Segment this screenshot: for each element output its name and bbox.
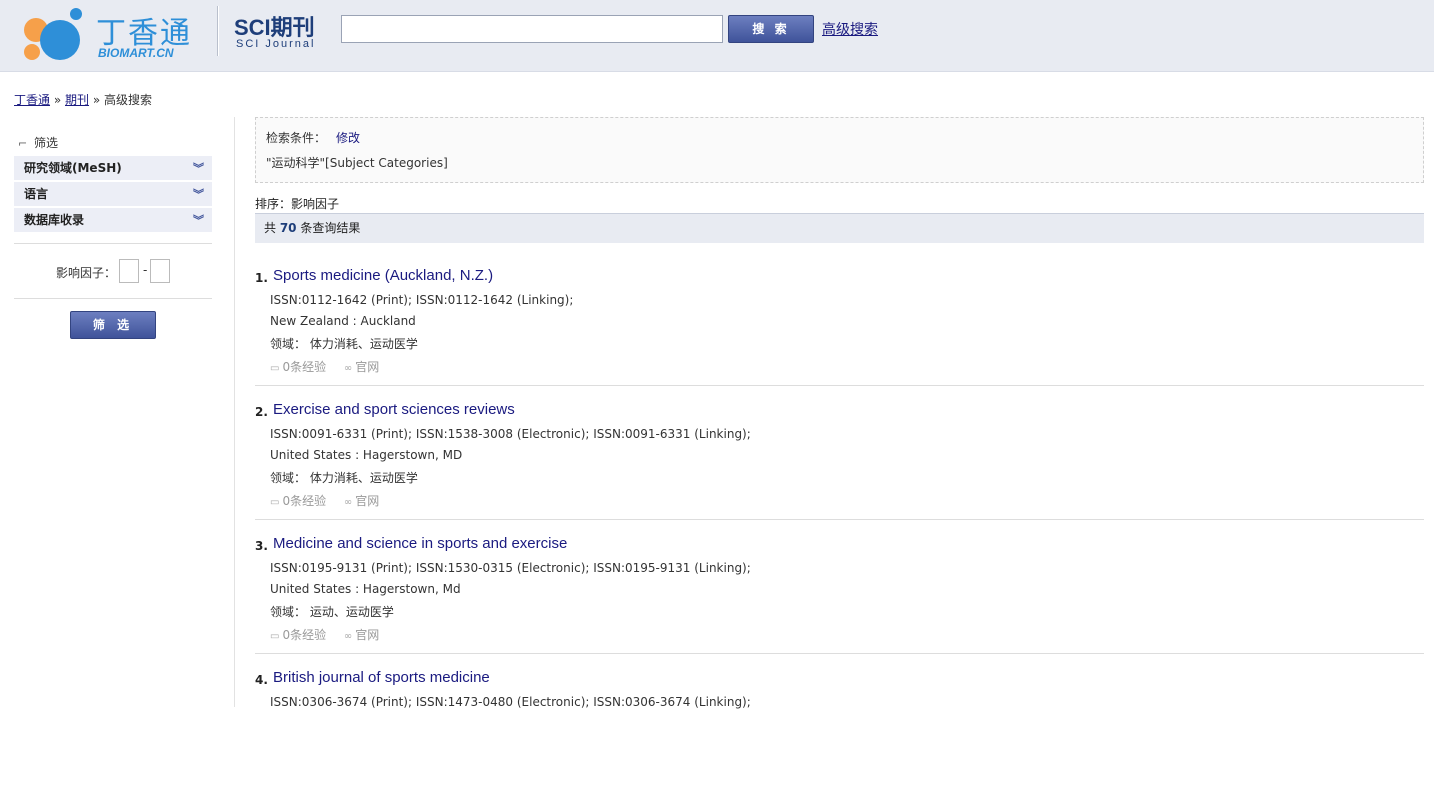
- search-input[interactable]: [341, 15, 723, 43]
- experience-link[interactable]: ▭ 0条经验: [270, 628, 326, 642]
- link-icon: ∞: [343, 497, 353, 508]
- count-prefix: 共: [264, 221, 280, 235]
- experience-count: 0条经验: [282, 360, 327, 374]
- issn-info: ISSN:0195-9131 (Print); ISSN:1530-0315 (…: [270, 561, 751, 575]
- filter-header: ⌐ 筛选: [14, 130, 212, 156]
- result-number: 3.: [255, 539, 268, 553]
- impact-factor-range: 影响因子： -: [14, 244, 212, 298]
- website-label: 官网: [355, 494, 380, 508]
- double-chevron-down-icon: ︾: [193, 162, 204, 175]
- experience-count: 0条经验: [282, 494, 327, 508]
- result-meta: ▭ 0条经验 ∞ 官网: [270, 358, 393, 375]
- edit-criteria-link[interactable]: 修改: [336, 129, 360, 146]
- breadcrumb: 丁香通 » 期刊 » 高级搜索: [14, 91, 152, 108]
- result-list: 1. Sports medicine (Auckland, N.Z.) ISSN…: [255, 252, 1424, 788]
- list-item: 3. Medicine and science in sports and ex…: [255, 520, 1424, 654]
- journal-location: New Zealand : Auckland: [270, 314, 416, 328]
- biomart-logo[interactable]: 丁香通 BIOMART.CN: [20, 6, 200, 66]
- comment-icon: ▭: [270, 363, 280, 374]
- website-link[interactable]: ∞ 官网: [344, 628, 379, 642]
- criteria-query: "运动科学"[Subject Categories]: [266, 156, 448, 170]
- breadcrumb-separator: »: [89, 93, 104, 107]
- breadcrumb-home[interactable]: 丁香通: [14, 93, 50, 107]
- list-item: 1. Sports medicine (Auckland, N.Z.) ISSN…: [255, 252, 1424, 386]
- result-number: 4.: [255, 673, 268, 687]
- impact-factor-max-input[interactable]: [150, 259, 170, 283]
- breadcrumb-separator: »: [50, 93, 65, 107]
- facet-database[interactable]: 数据库收录 ︾: [14, 208, 212, 233]
- logo-dot: [40, 20, 80, 60]
- sort-impact-factor[interactable]: 影响因子: [291, 197, 339, 211]
- journal-field: 领域： 运动、运动医学: [270, 605, 394, 619]
- website-link[interactable]: ∞ 官网: [344, 360, 379, 374]
- filter-sidebar: ⌐ 筛选 研究领域(MeSH) ︾ 语言 ︾ 数据库收录 ︾ 影响因子： - 筛 …: [14, 130, 212, 339]
- impact-factor-label: 影响因子：: [56, 266, 117, 280]
- journal-title-link[interactable]: Sports medicine (Auckland, N.Z.): [273, 267, 493, 284]
- result-count: 70: [279, 221, 297, 235]
- journal-title-link[interactable]: Medicine and science in sports and exerc…: [273, 535, 567, 552]
- experience-link[interactable]: ▭ 0条经验: [270, 360, 326, 374]
- breadcrumb-journals[interactable]: 期刊: [65, 93, 89, 107]
- result-meta: ▭ 0条经验 ∞ 官网: [270, 626, 393, 643]
- issn-info: ISSN:0112-1642 (Print); ISSN:0112-1642 (…: [270, 293, 574, 307]
- logo-text-en: BIOMART.CN: [98, 46, 174, 60]
- issn-info: ISSN:0306-3674 (Print); ISSN:1473-0480 (…: [270, 695, 751, 709]
- impact-factor-min-input[interactable]: [119, 259, 139, 283]
- comment-icon: ▭: [270, 631, 280, 642]
- facet-label: 研究领域(MeSH): [24, 161, 122, 175]
- website-link[interactable]: ∞ 官网: [344, 494, 379, 508]
- journal-title-link[interactable]: Exercise and sport sciences reviews: [273, 401, 515, 418]
- facet-label: 数据库收录: [24, 213, 85, 227]
- filter-icon: ⌐: [18, 137, 28, 150]
- sort-label: 排序：: [255, 197, 292, 211]
- header-divider: [217, 6, 219, 56]
- logo-dot: [24, 44, 40, 60]
- breadcrumb-current: 高级搜索: [104, 93, 153, 107]
- result-number: 1.: [255, 271, 268, 285]
- double-chevron-down-icon: ︾: [193, 188, 204, 201]
- experience-link[interactable]: ▭ 0条经验: [270, 494, 326, 508]
- journal-field: 领域： 体力消耗、运动医学: [270, 471, 418, 485]
- issn-info: ISSN:0091-6331 (Print); ISSN:1538-3008 (…: [270, 427, 751, 441]
- website-label: 官网: [355, 360, 380, 374]
- filter-button[interactable]: 筛 选: [70, 311, 156, 339]
- divider: [14, 298, 212, 299]
- header: 丁香通 BIOMART.CN SCI期刊 SCI Journal 搜 索 高级搜…: [0, 0, 1434, 72]
- range-dash: -: [143, 263, 148, 277]
- link-icon: ∞: [343, 363, 353, 374]
- result-meta: ▭ 0条经验 ∞ 官网: [270, 492, 393, 509]
- double-chevron-down-icon: ︾: [193, 214, 204, 227]
- criteria-label: 检索条件：: [266, 131, 327, 145]
- list-item: 4. British journal of sports medicine IS…: [255, 654, 1424, 788]
- website-label: 官网: [355, 628, 380, 642]
- facet-language[interactable]: 语言 ︾: [14, 182, 212, 207]
- result-number: 2.: [255, 405, 268, 419]
- comment-icon: ▭: [270, 497, 280, 508]
- list-item: 2. Exercise and sport sciences reviews I…: [255, 386, 1424, 520]
- journal-location: United States : Hagerstown, MD: [270, 448, 463, 462]
- search-criteria-box: 检索条件： 修改 "运动科学"[Subject Categories]: [255, 117, 1424, 183]
- link-icon: ∞: [343, 631, 353, 642]
- journal-field: 领域： 体力消耗、运动医学: [270, 337, 418, 351]
- logo-dot: [70, 8, 82, 20]
- count-suffix: 条查询结果: [296, 221, 361, 235]
- search-button[interactable]: 搜 索: [728, 15, 814, 43]
- filter-title: 筛选: [34, 136, 59, 150]
- section-subtitle: SCI Journal: [236, 38, 316, 50]
- experience-count: 0条经验: [282, 628, 327, 642]
- facet-label: 语言: [24, 187, 49, 201]
- journal-location: United States : Hagerstown, Md: [270, 582, 461, 596]
- column-divider: [234, 117, 235, 707]
- facet-mesh[interactable]: 研究领域(MeSH) ︾: [14, 156, 212, 181]
- advanced-search-link[interactable]: 高级搜索: [822, 19, 878, 39]
- result-count-bar: 共 70 条查询结果: [255, 213, 1424, 243]
- journal-title-link[interactable]: British journal of sports medicine: [273, 669, 490, 686]
- sort-bar: 排序：影响因子: [255, 195, 339, 212]
